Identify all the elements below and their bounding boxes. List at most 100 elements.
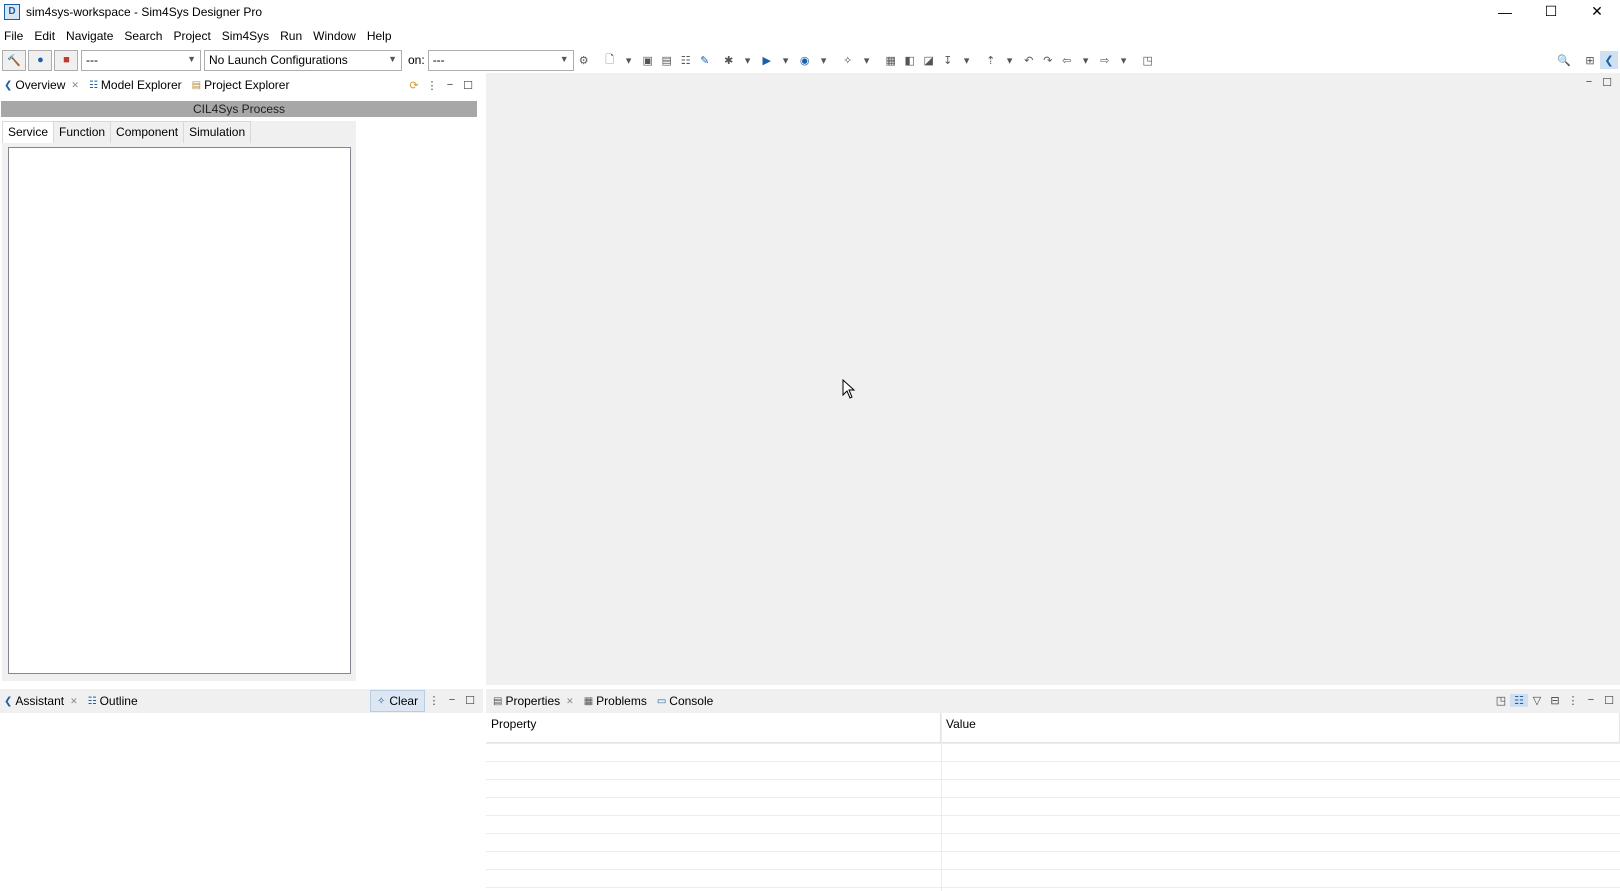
menu-search[interactable]: Search bbox=[120, 26, 169, 46]
maximize-view-icon[interactable]: ☐ bbox=[1598, 76, 1616, 89]
export-icon[interactable]: ◪ bbox=[920, 51, 938, 69]
external-tools-icon[interactable]: ◉ bbox=[796, 51, 814, 69]
column-header-property[interactable]: Property bbox=[486, 713, 941, 743]
dropdown-arrow-icon[interactable]: ▾ bbox=[1077, 51, 1095, 69]
perspective-icon[interactable]: ❮ bbox=[1600, 51, 1618, 69]
menu-navigate[interactable]: Navigate bbox=[62, 26, 120, 46]
debug-icon[interactable]: ✱ bbox=[720, 51, 738, 69]
maximize-view-icon[interactable]: ☐ bbox=[1600, 694, 1618, 707]
categories-icon[interactable]: ☷ bbox=[1510, 693, 1528, 707]
open-perspective-icon[interactable]: ⊞ bbox=[1581, 51, 1599, 69]
tab-model-explorer[interactable]: ☷ Model Explorer bbox=[85, 74, 188, 96]
assistant-panel: ❮ Assistant ✕ ☷ Outline ✧ Clear ⋮ − ☐ bbox=[0, 689, 483, 891]
model-explorer-icon: ☷ bbox=[88, 79, 98, 91]
tab-outline[interactable]: ☷ Outline bbox=[84, 690, 144, 712]
build-button[interactable]: 🔨 bbox=[2, 49, 26, 71]
annotation-icon[interactable]: ↧ bbox=[939, 51, 957, 69]
table-row bbox=[486, 851, 1620, 852]
save-icon[interactable]: ▣ bbox=[639, 51, 657, 69]
table-row bbox=[486, 833, 1620, 834]
dropdown-arrow-icon[interactable]: ▾ bbox=[777, 51, 795, 69]
close-icon[interactable]: ✕ bbox=[566, 696, 574, 707]
launch-button[interactable]: ● bbox=[28, 49, 52, 71]
menu-sim4sys[interactable]: Sim4Sys bbox=[218, 26, 276, 46]
view-menu-icon[interactable]: ⋮ bbox=[423, 79, 441, 92]
launch-target-combo[interactable]: --- ▼ bbox=[427, 49, 574, 71]
maximize-view-icon[interactable]: ☐ bbox=[459, 79, 477, 92]
dropdown-arrow-icon[interactable]: ▾ bbox=[858, 51, 876, 69]
menu-file[interactable]: File bbox=[0, 26, 30, 46]
assistant-panel-tabs: ❮ Assistant ✕ ☷ Outline bbox=[0, 690, 144, 712]
tab-project-explorer[interactable]: ▤ Project Explorer bbox=[188, 74, 296, 96]
chevron-down-icon: ▼ bbox=[187, 53, 196, 64]
previous-annotation-icon[interactable]: ⇡ bbox=[982, 51, 1000, 69]
close-icon[interactable]: ✕ bbox=[70, 696, 78, 707]
back-icon[interactable]: ⇦ bbox=[1058, 51, 1076, 69]
view-menu-icon[interactable]: ⋮ bbox=[425, 694, 443, 707]
menu-edit[interactable]: Edit bbox=[30, 26, 62, 46]
tab-outline-label: Outline bbox=[99, 694, 138, 708]
tab-service[interactable]: Service bbox=[2, 121, 55, 143]
close-icon[interactable]: ✕ bbox=[71, 80, 79, 91]
tab-overview-label: Overview bbox=[15, 78, 66, 92]
tab-overview[interactable]: ❮ Overview ✕ bbox=[0, 74, 85, 96]
tab-assistant[interactable]: ❮ Assistant ✕ bbox=[0, 690, 84, 712]
menu-project[interactable]: Project bbox=[169, 26, 217, 46]
search-icon[interactable]: 🔍 bbox=[1555, 51, 1573, 69]
menu-window[interactable]: Window bbox=[309, 26, 363, 46]
clear-button[interactable]: ✧ Clear bbox=[370, 690, 426, 712]
last-edit-back-icon[interactable]: ↶ bbox=[1020, 51, 1038, 69]
service-list[interactable] bbox=[8, 147, 351, 674]
close-button[interactable]: ✕ bbox=[1574, 0, 1620, 23]
minimize-view-icon[interactable]: − bbox=[1580, 76, 1598, 88]
dropdown-arrow-icon[interactable]: ▾ bbox=[739, 51, 757, 69]
minimize-view-icon[interactable]: − bbox=[443, 694, 461, 706]
menu-run[interactable]: Run bbox=[276, 26, 309, 46]
column-header-value[interactable]: Value bbox=[941, 713, 1620, 743]
diagram-icon[interactable]: ▦ bbox=[882, 51, 900, 69]
restore-default-icon[interactable]: ⊟ bbox=[1546, 694, 1564, 707]
tab-function[interactable]: Function bbox=[53, 121, 112, 143]
pen-icon[interactable]: ✎ bbox=[696, 51, 714, 69]
layers-icon[interactable]: ◧ bbox=[901, 51, 919, 69]
run-icon[interactable]: ▶ bbox=[758, 51, 776, 69]
last-edit-forward-icon[interactable]: ↷ bbox=[1039, 51, 1057, 69]
pin-editor-icon[interactable]: ◳ bbox=[1139, 51, 1157, 69]
properties-table[interactable]: Property Value bbox=[486, 713, 1620, 891]
minimize-view-icon[interactable]: − bbox=[1582, 694, 1600, 706]
dropdown-arrow-icon[interactable]: ▾ bbox=[1115, 51, 1133, 69]
pin-icon[interactable]: ◳ bbox=[1492, 694, 1510, 707]
forward-icon[interactable]: ⇨ bbox=[1096, 51, 1114, 69]
dropdown-arrow-icon[interactable]: ▾ bbox=[1001, 51, 1019, 69]
dropdown-arrow-icon[interactable]: ▾ bbox=[958, 51, 976, 69]
dropdown-arrow-icon[interactable]: ▾ bbox=[620, 51, 638, 69]
tab-component[interactable]: Component bbox=[110, 121, 185, 143]
launch-mode-combo[interactable]: --- ▼ bbox=[81, 49, 201, 71]
new-icon[interactable]: 🗋 bbox=[601, 51, 619, 69]
minimize-view-icon[interactable]: − bbox=[441, 79, 459, 91]
tab-simulation[interactable]: Simulation bbox=[183, 121, 252, 143]
save-all-icon[interactable]: ▤ bbox=[658, 51, 676, 69]
tab-problems[interactable]: ▦ Problems bbox=[580, 690, 653, 712]
editor-area[interactable]: − ☐ bbox=[486, 73, 1620, 685]
launch-config-combo[interactable]: No Launch Configurations ▼ bbox=[204, 49, 402, 71]
table-row bbox=[486, 797, 1620, 798]
stop-button[interactable]: ■ bbox=[54, 49, 78, 71]
overview-panel: ❮ Overview ✕ ☷ Model Explorer ▤ Project … bbox=[0, 73, 483, 685]
filter-icon[interactable]: ▽ bbox=[1528, 694, 1546, 707]
dropdown-arrow-icon[interactable]: ▾ bbox=[815, 51, 833, 69]
tab-console[interactable]: ▭ Console bbox=[653, 690, 719, 712]
menu-help[interactable]: Help bbox=[363, 26, 399, 46]
gear-icon[interactable]: ⚙ bbox=[575, 51, 593, 69]
maximize-view-icon[interactable]: ☐ bbox=[461, 694, 479, 707]
properties-panel-header: ▤ Properties ✕ ▦ Problems ▭ Console ◳ ☷ … bbox=[486, 689, 1620, 713]
overview-panel-tabs: ❮ Overview ✕ ☷ Model Explorer ▤ Project … bbox=[0, 74, 295, 96]
title-bar: D sim4sys-workspace - Sim4Sys Designer P… bbox=[0, 0, 1620, 23]
maximize-button[interactable]: ☐ bbox=[1528, 0, 1574, 23]
tab-properties[interactable]: ▤ Properties ✕ bbox=[489, 690, 580, 712]
refresh-icon[interactable]: ⟳ bbox=[405, 79, 423, 92]
minimize-button[interactable]: — bbox=[1482, 0, 1528, 23]
tree-icon[interactable]: ☷ bbox=[677, 51, 695, 69]
view-menu-icon[interactable]: ⋮ bbox=[1564, 694, 1582, 707]
search-tool-icon[interactable]: ✧ bbox=[839, 51, 857, 69]
